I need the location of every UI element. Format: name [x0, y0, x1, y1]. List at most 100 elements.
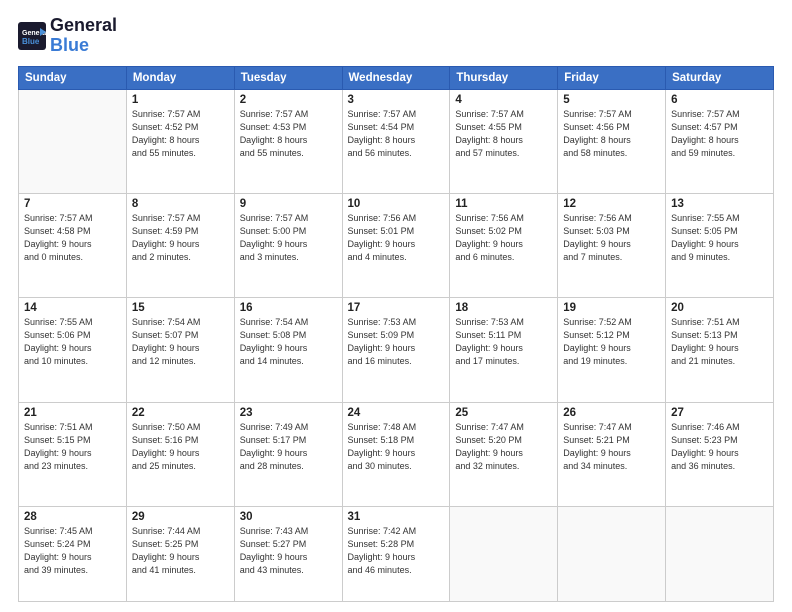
calendar-cell: 27 Sunrise: 7:46 AMSunset: 5:23 PMDayligh…: [666, 402, 774, 506]
calendar-cell: 24 Sunrise: 7:48 AMSunset: 5:18 PMDayligh…: [342, 402, 450, 506]
calendar-cell: 3Sunrise: 7:57 AMSunset: 4:54 PMDaylight…: [342, 89, 450, 193]
day-number: 27: [671, 407, 768, 419]
calendar-cell: 15 Sunrise: 7:54 AMSunset: 5:07 PMDayligh…: [126, 298, 234, 402]
weekday-header-friday: Friday: [558, 66, 666, 89]
day-info: Sunrise: 7:57 AMSunset: 4:55 PMDaylight:…: [455, 108, 552, 160]
day-info: Sunrise: 7:56 AMSunset: 5:02 PMDaylight:…: [455, 212, 552, 264]
calendar-cell: 5 Sunrise: 7:57 AMSunset: 4:56 PMDaylight…: [558, 89, 666, 193]
day-number: 24: [348, 407, 445, 419]
calendar-cell: 14 Sunrise: 7:55 AMSunset: 5:06 PMDayligh…: [19, 298, 127, 402]
day-info: Sunrise: 7:57 AMSunset: 4:58 PMDaylight:…: [24, 212, 121, 264]
day-info: Sunrise: 7:56 AMSunset: 5:01 PMDaylight:…: [348, 212, 445, 264]
week-row-3: 14 Sunrise: 7:55 AMSunset: 5:06 PMDayligh…: [19, 298, 774, 402]
calendar-cell: 6Sunrise: 7:57 AMSunset: 4:57 PMDaylight…: [666, 89, 774, 193]
day-info: Sunrise: 7:55 AMSunset: 5:05 PMDaylight:…: [671, 212, 768, 264]
svg-text:Blue: Blue: [22, 37, 40, 46]
day-info: Sunrise: 7:55 AMSunset: 5:06 PMDaylight:…: [24, 316, 121, 368]
calendar-cell: [666, 507, 774, 602]
day-number: 13: [671, 198, 768, 210]
calendar-cell: 21 Sunrise: 7:51 AMSunset: 5:15 PMDayligh…: [19, 402, 127, 506]
weekday-header-thursday: Thursday: [450, 66, 558, 89]
day-number: 18: [455, 302, 552, 314]
day-info: Sunrise: 7:56 AMSunset: 5:03 PMDaylight:…: [563, 212, 660, 264]
calendar-cell: 9Sunrise: 7:57 AMSunset: 5:00 PMDaylight…: [234, 193, 342, 297]
day-info: Sunrise: 7:57 AMSunset: 4:52 PMDaylight:…: [132, 108, 229, 160]
day-info: Sunrise: 7:52 AMSunset: 5:12 PMDaylight:…: [563, 316, 660, 368]
calendar-cell: 26 Sunrise: 7:47 AMSunset: 5:21 PMDayligh…: [558, 402, 666, 506]
day-info: Sunrise: 7:47 AMSunset: 5:21 PMDaylight:…: [563, 421, 660, 473]
calendar-cell: 25 Sunrise: 7:47 AMSunset: 5:20 PMDayligh…: [450, 402, 558, 506]
calendar-cell: 16 Sunrise: 7:54 AMSunset: 5:08 PMDayligh…: [234, 298, 342, 402]
day-number: 30: [240, 511, 337, 523]
day-info: Sunrise: 7:45 AMSunset: 5:24 PMDaylight:…: [24, 525, 121, 577]
week-row-4: 21 Sunrise: 7:51 AMSunset: 5:15 PMDayligh…: [19, 402, 774, 506]
logo-text: General Blue: [50, 16, 117, 56]
day-number: 26: [563, 407, 660, 419]
calendar-cell: 19 Sunrise: 7:52 AMSunset: 5:12 PMDayligh…: [558, 298, 666, 402]
weekday-header-row: SundayMondayTuesdayWednesdayThursdayFrid…: [19, 66, 774, 89]
day-number: 20: [671, 302, 768, 314]
day-number: 14: [24, 302, 121, 314]
day-number: 6: [671, 94, 768, 106]
day-info: Sunrise: 7:54 AMSunset: 5:07 PMDaylight:…: [132, 316, 229, 368]
calendar-cell: 23 Sunrise: 7:49 AMSunset: 5:17 PMDayligh…: [234, 402, 342, 506]
calendar-cell: 2 Sunrise: 7:57 AMSunset: 4:53 PMDaylight…: [234, 89, 342, 193]
day-info: Sunrise: 7:51 AMSunset: 5:15 PMDaylight:…: [24, 421, 121, 473]
day-number: 16: [240, 302, 337, 314]
calendar-cell: 13 Sunrise: 7:55 AMSunset: 5:05 PMDayligh…: [666, 193, 774, 297]
day-info: Sunrise: 7:48 AMSunset: 5:18 PMDaylight:…: [348, 421, 445, 473]
calendar-cell: 7 Sunrise: 7:57 AMSunset: 4:58 PMDaylight…: [19, 193, 127, 297]
day-info: Sunrise: 7:46 AMSunset: 5:23 PMDaylight:…: [671, 421, 768, 473]
day-info: Sunrise: 7:57 AMSunset: 4:59 PMDaylight:…: [132, 212, 229, 264]
weekday-header-tuesday: Tuesday: [234, 66, 342, 89]
day-number: 15: [132, 302, 229, 314]
day-number: 29: [132, 511, 229, 523]
day-info: Sunrise: 7:57 AMSunset: 4:53 PMDaylight:…: [240, 108, 337, 160]
calendar-cell: [19, 89, 127, 193]
week-row-2: 7 Sunrise: 7:57 AMSunset: 4:58 PMDaylight…: [19, 193, 774, 297]
weekday-header-sunday: Sunday: [19, 66, 127, 89]
week-row-5: 28Sunrise: 7:45 AMSunset: 5:24 PMDayligh…: [19, 507, 774, 602]
day-info: Sunrise: 7:49 AMSunset: 5:17 PMDaylight:…: [240, 421, 337, 473]
calendar-cell: 31Sunrise: 7:42 AMSunset: 5:28 PMDayligh…: [342, 507, 450, 602]
day-number: 19: [563, 302, 660, 314]
day-number: 1: [132, 94, 229, 106]
day-info: Sunrise: 7:51 AMSunset: 5:13 PMDaylight:…: [671, 316, 768, 368]
day-number: 9: [240, 198, 337, 210]
weekday-header-wednesday: Wednesday: [342, 66, 450, 89]
day-info: Sunrise: 7:43 AMSunset: 5:27 PMDaylight:…: [240, 525, 337, 577]
calendar-cell: 29 Sunrise: 7:44 AMSunset: 5:25 PMDayligh…: [126, 507, 234, 602]
day-number: 7: [24, 198, 121, 210]
calendar-table: SundayMondayTuesdayWednesdayThursdayFrid…: [18, 66, 774, 602]
day-number: 2: [240, 94, 337, 106]
weekday-header-saturday: Saturday: [666, 66, 774, 89]
day-info: Sunrise: 7:47 AMSunset: 5:20 PMDaylight:…: [455, 421, 552, 473]
day-number: 21: [24, 407, 121, 419]
day-info: Sunrise: 7:54 AMSunset: 5:08 PMDaylight:…: [240, 316, 337, 368]
day-info: Sunrise: 7:44 AMSunset: 5:25 PMDaylight:…: [132, 525, 229, 577]
day-info: Sunrise: 7:57 AMSunset: 4:56 PMDaylight:…: [563, 108, 660, 160]
day-info: Sunrise: 7:50 AMSunset: 5:16 PMDaylight:…: [132, 421, 229, 473]
day-number: 4: [455, 94, 552, 106]
day-number: 5: [563, 94, 660, 106]
day-number: 12: [563, 198, 660, 210]
calendar-cell: 22Sunrise: 7:50 AMSunset: 5:16 PMDayligh…: [126, 402, 234, 506]
weekday-header-monday: Monday: [126, 66, 234, 89]
calendar-cell: 8Sunrise: 7:57 AMSunset: 4:59 PMDaylight…: [126, 193, 234, 297]
header: General Blue General Blue: [18, 16, 774, 56]
day-number: 23: [240, 407, 337, 419]
calendar-cell: 12 Sunrise: 7:56 AMSunset: 5:03 PMDayligh…: [558, 193, 666, 297]
logo-icon: General Blue: [18, 22, 46, 50]
calendar-cell: 30 Sunrise: 7:43 AMSunset: 5:27 PMDayligh…: [234, 507, 342, 602]
week-row-1: 1 Sunrise: 7:57 AMSunset: 4:52 PMDaylight…: [19, 89, 774, 193]
day-number: 25: [455, 407, 552, 419]
calendar-cell: 18Sunrise: 7:53 AMSunset: 5:11 PMDayligh…: [450, 298, 558, 402]
day-number: 11: [455, 198, 552, 210]
calendar-cell: 1 Sunrise: 7:57 AMSunset: 4:52 PMDaylight…: [126, 89, 234, 193]
day-number: 10: [348, 198, 445, 210]
calendar-cell: 11 Sunrise: 7:56 AMSunset: 5:02 PMDayligh…: [450, 193, 558, 297]
calendar-cell: [558, 507, 666, 602]
calendar-cell: 17Sunrise: 7:53 AMSunset: 5:09 PMDayligh…: [342, 298, 450, 402]
calendar-cell: [450, 507, 558, 602]
day-number: 3: [348, 94, 445, 106]
